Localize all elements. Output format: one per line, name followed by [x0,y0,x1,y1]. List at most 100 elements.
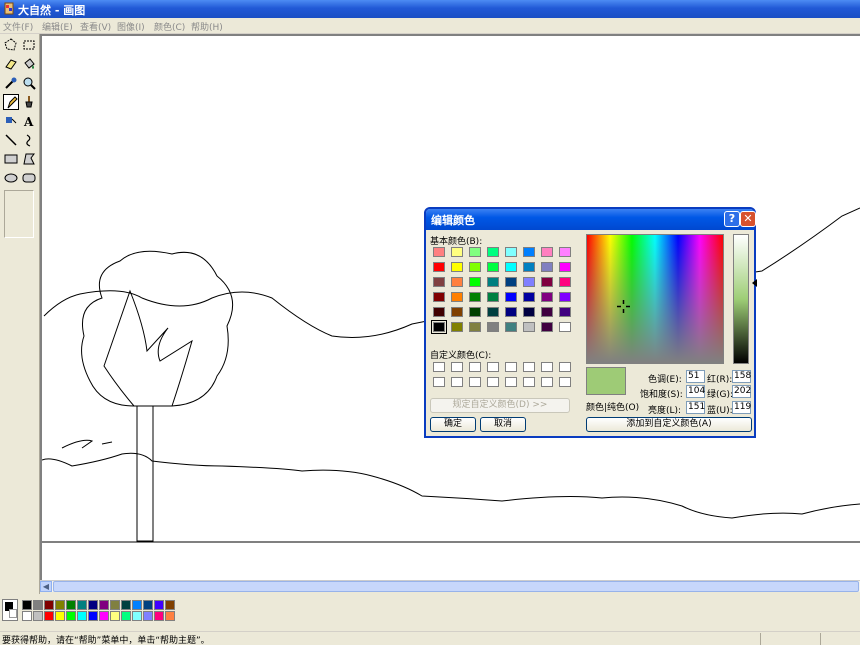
menu-help[interactable]: 帮助(H) [191,20,223,33]
palette-swatch[interactable] [22,611,32,621]
basic-color-swatch[interactable] [433,247,445,257]
palette-swatch[interactable] [77,611,87,621]
basic-color-swatch[interactable] [505,307,517,317]
scroll-left-icon[interactable]: ◀ [40,581,52,592]
luminance-arrow-icon[interactable] [752,279,757,287]
basic-color-swatch[interactable] [487,262,499,272]
palette-swatch[interactable] [121,600,131,610]
palette-swatch[interactable] [33,611,43,621]
basic-color-swatch[interactable] [433,262,445,272]
eraser-icon[interactable] [3,56,19,72]
basic-color-swatch[interactable] [487,307,499,317]
palette-swatch[interactable] [22,600,32,610]
basic-color-swatch[interactable] [469,322,481,332]
basic-color-swatch[interactable] [451,322,463,332]
brush-icon[interactable] [21,94,37,110]
curve-icon[interactable] [21,132,37,148]
define-custom-colors-button[interactable]: 规定自定义颜色(D) >> [430,398,570,413]
horizontal-scrollbar[interactable]: ◀ [40,580,860,592]
basic-color-swatch[interactable] [469,262,481,272]
basic-color-swatch[interactable] [487,292,499,302]
palette-swatch[interactable] [66,611,76,621]
tool-options-box[interactable] [4,190,34,238]
scroll-thumb[interactable] [53,581,859,592]
color-picker-icon[interactable] [3,75,19,91]
ok-button[interactable]: 确定 [430,417,476,432]
basic-color-swatch[interactable] [487,247,499,257]
palette-swatch[interactable] [66,600,76,610]
custom-color-swatch[interactable] [469,377,481,387]
basic-color-swatch[interactable] [451,262,463,272]
custom-color-swatch[interactable] [505,377,517,387]
rectangle-icon[interactable] [3,151,19,167]
menu-view[interactable]: 查看(V) [80,20,111,33]
basic-color-swatch[interactable] [433,292,445,302]
basic-color-swatch[interactable] [523,307,535,317]
magnifier-icon[interactable] [21,75,37,91]
basic-color-swatch[interactable] [541,247,553,257]
palette-swatch[interactable] [121,611,131,621]
free-select-icon[interactable] [3,37,19,53]
cancel-button[interactable]: 取消 [480,417,526,432]
custom-color-swatch[interactable] [541,362,553,372]
basic-color-swatch[interactable] [541,307,553,317]
custom-color-swatch[interactable] [505,362,517,372]
palette-swatch[interactable] [55,611,65,621]
palette-swatch[interactable] [55,600,65,610]
custom-color-swatch[interactable] [523,362,535,372]
basic-color-swatch[interactable] [541,322,553,332]
palette-swatch[interactable] [110,600,120,610]
palette-swatch[interactable] [165,600,175,610]
basic-color-swatch[interactable] [505,322,517,332]
basic-color-swatch[interactable] [559,247,571,257]
custom-color-swatch[interactable] [451,362,463,372]
basic-color-swatch[interactable] [469,292,481,302]
basic-color-swatch[interactable] [451,277,463,287]
basic-color-swatch[interactable] [559,277,571,287]
custom-color-swatch[interactable] [559,362,571,372]
palette-swatch[interactable] [99,600,109,610]
basic-color-swatch[interactable] [451,247,463,257]
ellipse-icon[interactable] [3,170,19,186]
menu-colors[interactable]: 颜色(C) [154,20,185,33]
basic-color-swatch[interactable] [451,307,463,317]
rect-select-icon[interactable] [21,37,37,53]
palette-swatch[interactable] [154,611,164,621]
blue-field[interactable]: 119 [732,401,751,414]
basic-color-swatch[interactable] [541,262,553,272]
basic-color-swatch[interactable] [487,322,499,332]
basic-color-swatch[interactable] [469,277,481,287]
custom-color-swatch[interactable] [523,377,535,387]
close-button[interactable]: ✕ [740,211,756,227]
menu-file[interactable]: 文件(F) [3,20,33,33]
basic-color-swatch[interactable] [523,277,535,287]
green-field[interactable]: 202 [732,385,751,398]
custom-color-swatch[interactable] [433,362,445,372]
custom-color-swatch[interactable] [469,362,481,372]
palette-swatch[interactable] [110,611,120,621]
basic-color-swatch[interactable] [523,292,535,302]
basic-color-swatch[interactable] [451,292,463,302]
basic-color-swatch[interactable] [505,277,517,287]
basic-color-swatch[interactable] [523,322,535,332]
red-field[interactable]: 158 [732,370,751,383]
palette-swatch[interactable] [165,611,175,621]
help-button[interactable]: ? [724,211,740,227]
basic-color-swatch[interactable] [433,277,445,287]
polygon-icon[interactable] [21,151,37,167]
luminance-slider[interactable] [733,234,749,364]
palette-swatch[interactable] [143,611,153,621]
custom-color-swatch[interactable] [559,377,571,387]
airbrush-icon[interactable] [3,113,19,129]
basic-color-swatch[interactable] [559,322,571,332]
custom-color-swatch[interactable] [451,377,463,387]
palette-swatch[interactable] [77,600,87,610]
basic-color-swatch[interactable] [559,292,571,302]
saturation-field[interactable]: 104 [686,385,705,398]
basic-color-swatch[interactable] [433,307,445,317]
basic-color-swatch[interactable] [505,247,517,257]
color-spectrum[interactable] [586,234,724,364]
fill-icon[interactable] [21,56,37,72]
custom-color-swatch[interactable] [433,377,445,387]
text-icon[interactable]: A [21,113,37,129]
